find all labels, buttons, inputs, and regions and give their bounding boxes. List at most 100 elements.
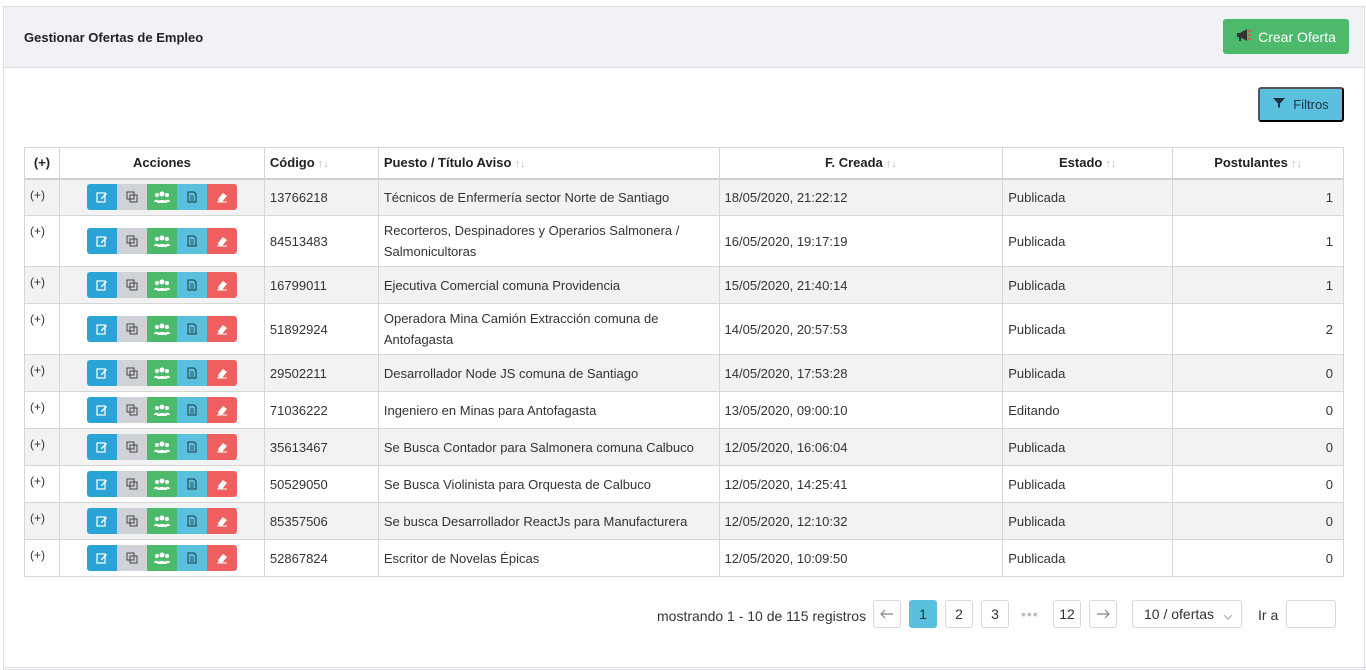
page-3[interactable]: 3 [981, 600, 1009, 628]
edit-button[interactable] [86, 545, 117, 571]
sort-arrows-icon[interactable]: ↑↓ [886, 158, 897, 170]
edit-button[interactable] [86, 228, 117, 254]
expand-row-toggle[interactable]: (+) [24, 303, 60, 355]
copy-button[interactable] [116, 434, 147, 460]
copy-button[interactable] [116, 471, 147, 497]
col-created[interactable]: F. Creada ↑↓ [718, 147, 1004, 180]
edit-button[interactable] [86, 184, 117, 211]
detail-button[interactable] [176, 471, 207, 497]
document-icon [187, 404, 197, 416]
expand-row-toggle[interactable]: (+) [24, 391, 60, 429]
delete-button[interactable] [206, 397, 237, 423]
eraser-icon [216, 235, 228, 247]
prev-page-button[interactable] [873, 600, 901, 628]
applicants-button[interactable] [146, 228, 177, 254]
detail-button[interactable] [176, 397, 207, 423]
goto-page-input[interactable] [1286, 600, 1336, 628]
applicants-button[interactable] [146, 184, 177, 211]
copy-button[interactable] [116, 316, 147, 342]
offer-created: 14/05/2020, 17:53:28 [718, 354, 1004, 392]
delete-button[interactable] [206, 228, 237, 254]
detail-button[interactable] [176, 434, 207, 460]
copy-icon [126, 279, 138, 291]
copy-button[interactable] [116, 397, 147, 423]
delete-button[interactable] [206, 471, 237, 497]
edit-button[interactable] [86, 471, 117, 497]
page-last[interactable]: 12 [1053, 600, 1081, 628]
delete-button[interactable] [206, 508, 237, 534]
col-code[interactable]: Código ↑↓ [263, 147, 379, 180]
applicants-button[interactable] [146, 316, 177, 342]
applicants-button[interactable] [146, 397, 177, 423]
expand-row-toggle[interactable]: (+) [24, 354, 60, 392]
col-status[interactable]: Estado ↑↓ [1002, 147, 1174, 180]
edit-button[interactable] [86, 360, 117, 386]
expand-row-toggle[interactable]: (+) [24, 215, 60, 267]
edit-button[interactable] [86, 316, 117, 342]
delete-button[interactable] [206, 184, 237, 211]
applicants-button[interactable] [146, 360, 177, 386]
offer-applicants: 2 [1172, 303, 1344, 355]
pagination-info: mostrando 1 - 10 de 115 registros [657, 608, 867, 624]
copy-button[interactable] [116, 545, 147, 571]
expand-row-toggle[interactable]: (+) [24, 428, 60, 466]
edit-icon [96, 552, 108, 564]
sort-arrows-icon[interactable]: ↑↓ [1105, 158, 1116, 170]
expand-row-toggle[interactable]: (+) [24, 266, 60, 304]
col-title[interactable]: Puesto / Título Aviso ↑↓ [377, 147, 720, 180]
applicants-button[interactable] [146, 434, 177, 460]
delete-button[interactable] [206, 545, 237, 571]
applicants-button[interactable] [146, 272, 177, 298]
col-applicants[interactable]: Postulantes ↑↓ [1172, 147, 1344, 180]
expand-row-toggle[interactable]: (+) [24, 539, 60, 577]
edit-button[interactable] [86, 397, 117, 423]
delete-button[interactable] [206, 316, 237, 342]
edit-icon [96, 404, 108, 416]
page-1[interactable]: 1 [909, 600, 937, 628]
applicants-button[interactable] [146, 545, 177, 571]
expand-row-toggle[interactable]: (+) [24, 465, 60, 503]
edit-button[interactable] [86, 508, 117, 534]
document-icon [187, 515, 197, 527]
applicants-button[interactable] [146, 508, 177, 534]
offer-applicants: 0 [1172, 502, 1344, 540]
delete-button[interactable] [206, 434, 237, 460]
next-page-button[interactable] [1089, 600, 1117, 628]
detail-button[interactable] [176, 228, 207, 254]
sort-arrows-icon[interactable]: ↑↓ [1291, 158, 1302, 170]
filters-button[interactable]: Filtros [1258, 87, 1344, 122]
copy-button[interactable] [116, 272, 147, 298]
pagination-ellipsis[interactable]: ••• [1021, 606, 1039, 622]
detail-button[interactable] [176, 272, 207, 298]
delete-button[interactable] [206, 360, 237, 386]
row-actions [58, 391, 265, 429]
page-size-select[interactable]: 10 / ofertas [1132, 600, 1242, 628]
applicants-button[interactable] [146, 471, 177, 497]
edit-button[interactable] [86, 272, 117, 298]
detail-button[interactable] [176, 360, 207, 386]
page-2[interactable]: 2 [945, 600, 973, 628]
edit-button[interactable] [86, 434, 117, 460]
sort-arrows-icon[interactable]: ↑↓ [318, 158, 329, 170]
expand-row-toggle[interactable]: (+) [24, 502, 60, 540]
detail-button[interactable] [176, 545, 207, 571]
action-button-group [65, 272, 259, 298]
copy-button[interactable] [116, 360, 147, 386]
create-offer-button[interactable]: Crear Oferta [1223, 19, 1349, 54]
copy-button[interactable] [116, 228, 147, 254]
copy-button[interactable] [116, 508, 147, 534]
expand-row-toggle[interactable]: (+) [24, 178, 60, 216]
detail-button[interactable] [176, 508, 207, 534]
detail-button[interactable] [176, 316, 207, 342]
detail-button[interactable] [176, 184, 207, 211]
offer-created: 14/05/2020, 20:57:53 [718, 303, 1004, 355]
copy-button[interactable] [116, 184, 147, 211]
copy-icon [126, 552, 138, 564]
col-created-label: F. Creada [824, 155, 883, 171]
delete-button[interactable] [206, 272, 237, 298]
panel-header: Gestionar Ofertas de Empleo Crear Oferta [4, 7, 1364, 68]
edit-icon [96, 191, 108, 203]
col-expand: (+) [24, 147, 60, 180]
document-icon [187, 441, 197, 453]
sort-arrows-icon[interactable]: ↑↓ [514, 158, 525, 170]
